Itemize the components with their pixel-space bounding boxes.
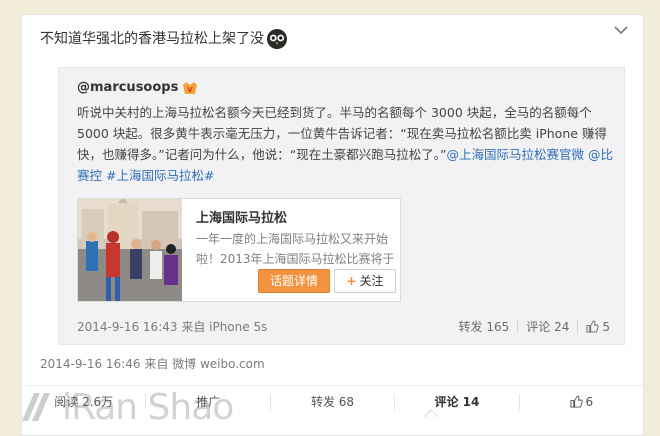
watermark-logo-icon [22,393,50,421]
chevron-down-icon[interactable] [613,24,629,36]
repost-repost-link[interactable]: 转发 165 [459,318,510,335]
watermark: iRan Shao [16,382,234,432]
repost-like-count: 5 [602,319,610,334]
post-meta[interactable]: 2014-9-16 16:46 来自 微博 weibo.com [40,355,265,372]
thumbs-up-icon [586,320,600,333]
weibo-post-card: 不知道华强北的香港马拉松上架了没 @marcusoops V 听说中关村的上海马… [21,14,644,436]
topic-thumbnail-image[interactable] [78,199,182,301]
repost-author-name[interactable]: @marcusoops [77,80,178,95]
like-count: 6 [585,394,594,409]
follow-label: 关注 [359,274,384,288]
thumbs-up-icon [569,395,583,408]
topic-card: 上海国际马拉松 一年一度的上海国际马拉松又来开始啦！2013年上海国际马拉松比赛… [77,198,401,302]
comment-button[interactable]: 评论 14 [394,393,518,410]
divider [577,320,579,333]
repost-like-button[interactable]: 5 [586,320,610,334]
repost-meta[interactable]: 2014-9-16 16:43 来自 iPhone 5s [77,318,267,335]
owl-emoji-icon [267,29,287,49]
like-button[interactable]: 6 [518,393,643,410]
topic-detail-button[interactable]: 话题详情 [258,269,330,293]
topic-description: 一年一度的上海国际马拉松又来开始啦！2013年上海国际马拉松比赛将于 [196,232,395,266]
follow-button[interactable]: + 关注 [334,269,396,293]
reposted-weibo: @marcusoops V 听说中关村的上海马拉松名额今天已经到货了。半马的名额… [58,67,625,345]
hashtag-shanghai-marathon[interactable]: #上海国际马拉松# [106,168,214,183]
mention-shanghai-marathon[interactable]: @上海国际马拉松赛官微 [446,147,584,162]
svg-text:V: V [188,86,194,94]
repost-comment-link[interactable]: 评论 24 [526,318,569,335]
post-text-content: 不知道华强北的香港马拉松上架了没 [40,31,264,47]
repost-button[interactable]: 转发 68 [269,393,394,410]
topic-title[interactable]: 上海国际马拉松 [196,207,287,226]
post-text: 不知道华强北的香港马拉松上架了没 [40,27,288,51]
watermark-text: iRan Shao [62,386,234,428]
repost-body: 听说中关村的上海马拉松名额今天已经到货了。半马的名额每个 3000 块起，全马的… [77,102,617,186]
active-tab-arrow-icon [424,409,438,417]
repost-author[interactable]: @marcusoops V [77,80,198,95]
repost-actions: 转发 165 评论 24 5 [459,318,610,335]
divider [517,320,519,333]
vip-badge-icon: V [183,81,198,94]
plus-icon: + [346,274,357,288]
